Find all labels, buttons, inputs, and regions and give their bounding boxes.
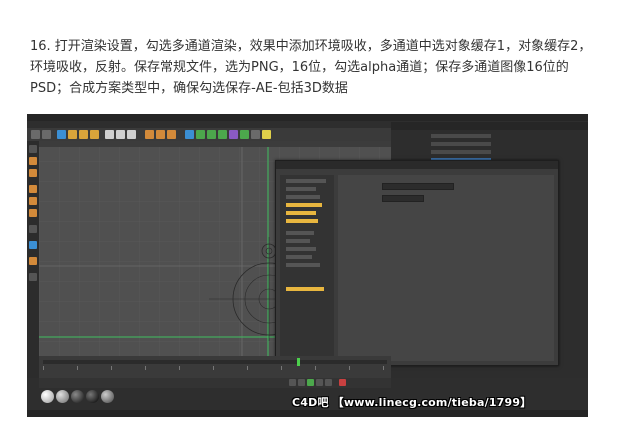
rotate-icon[interactable] — [90, 130, 99, 139]
axis-x-icon[interactable] — [105, 130, 114, 139]
settings-item-selected[interactable] — [286, 287, 324, 291]
texture-mode-icon[interactable] — [29, 169, 37, 177]
point-mode-icon[interactable] — [29, 185, 37, 193]
playback-controls — [39, 378, 391, 388]
next-frame-icon[interactable] — [316, 379, 323, 386]
camera-icon[interactable] — [251, 130, 260, 139]
render-settings-sidebar — [280, 175, 334, 361]
axis-mode-icon[interactable] — [29, 225, 37, 233]
object-manager-header — [391, 122, 588, 130]
material-glass[interactable] — [101, 390, 114, 403]
settings-item[interactable] — [286, 195, 320, 199]
render-settings-icon[interactable] — [167, 130, 176, 139]
status-bar — [27, 410, 588, 417]
array-icon[interactable] — [218, 130, 227, 139]
settings-item[interactable] — [286, 179, 326, 183]
settings-item[interactable] — [286, 231, 314, 235]
record-icon[interactable] — [339, 379, 346, 386]
settings-field[interactable] — [382, 195, 424, 202]
settings-item[interactable] — [286, 255, 312, 259]
timeline-playhead[interactable] — [297, 358, 300, 366]
material-dark[interactable] — [71, 390, 84, 403]
tweak-mode-icon[interactable] — [29, 241, 37, 249]
go-to-start-icon[interactable] — [289, 379, 296, 386]
settings-item[interactable] — [286, 263, 320, 267]
nurbs-icon[interactable] — [207, 130, 216, 139]
axis-y-icon[interactable] — [116, 130, 125, 139]
undo-icon[interactable] — [31, 130, 40, 139]
render-picture-icon[interactable] — [156, 130, 165, 139]
play-icon[interactable] — [307, 379, 314, 386]
go-to-end-icon[interactable] — [325, 379, 332, 386]
make-editable-icon[interactable] — [29, 145, 37, 153]
light-icon[interactable] — [262, 130, 271, 139]
timeline-ruler — [43, 366, 387, 370]
object-row[interactable] — [431, 142, 491, 146]
material-black[interactable] — [86, 390, 99, 403]
settings-item[interactable] — [286, 247, 316, 251]
material-grey[interactable] — [56, 390, 69, 403]
model-mode-icon[interactable] — [29, 157, 37, 165]
settings-field[interactable] — [382, 183, 454, 190]
instruction-text: 16. 打开渲染设置，勾选多通道渲染，效果中添加环境吸收，多通道中选对象缓存1，… — [30, 39, 592, 96]
redo-icon[interactable] — [42, 130, 51, 139]
scale-icon[interactable] — [79, 130, 88, 139]
polygon-mode-icon[interactable] — [29, 209, 37, 217]
edge-mode-icon[interactable] — [29, 197, 37, 205]
object-row[interactable] — [431, 134, 491, 138]
settings-item[interactable] — [286, 239, 310, 243]
move-icon[interactable] — [68, 130, 77, 139]
timeline-track[interactable] — [43, 360, 387, 364]
scene-icon[interactable] — [240, 130, 249, 139]
axis-z-icon[interactable] — [127, 130, 136, 139]
settings-item-selected[interactable] — [286, 211, 316, 215]
snap-icon[interactable] — [29, 257, 37, 265]
cube-icon[interactable] — [185, 130, 194, 139]
material-white[interactable] — [41, 390, 54, 403]
cinema4d-screenshot — [27, 114, 588, 417]
object-row[interactable] — [431, 150, 491, 154]
window-titlebar — [27, 114, 588, 121]
settings-item-selected[interactable] — [286, 203, 322, 207]
render-settings-dialog[interactable] — [275, 160, 559, 366]
dialog-titlebar[interactable] — [276, 161, 558, 169]
deformer-icon[interactable] — [229, 130, 238, 139]
settings-item[interactable] — [286, 187, 316, 191]
prev-frame-icon[interactable] — [298, 379, 305, 386]
watermark-text: C4D吧 【www.linecg.com/tieba/1799】 — [292, 396, 532, 409]
settings-item-selected[interactable] — [286, 219, 318, 223]
left-tool-palette — [27, 141, 39, 381]
workplane-icon[interactable] — [29, 273, 37, 281]
animation-timeline[interactable] — [39, 356, 391, 378]
render-settings-content — [338, 175, 554, 361]
select-icon[interactable] — [57, 130, 66, 139]
spline-icon[interactable] — [196, 130, 205, 139]
render-view-icon[interactable] — [145, 130, 154, 139]
